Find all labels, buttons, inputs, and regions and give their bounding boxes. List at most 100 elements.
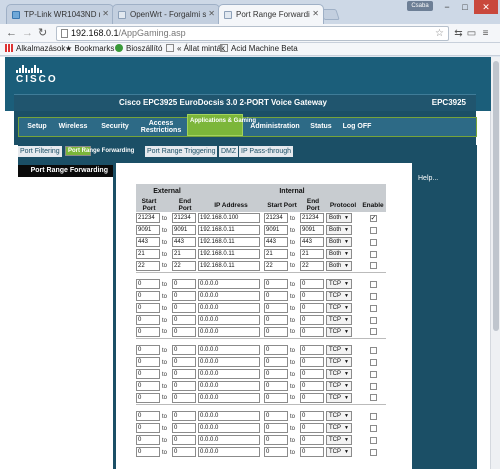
back-icon[interactable]: ← bbox=[6, 27, 17, 40]
ext-start-port-input[interactable]: 0 bbox=[136, 392, 160, 403]
ext-start-port-input[interactable]: 0 bbox=[136, 291, 160, 301]
protocol-select[interactable]: Both ▼ bbox=[326, 213, 352, 223]
address-bar[interactable]: 192.168.0.1/AppGaming.asp ☆ bbox=[56, 26, 449, 41]
subnav-dmz[interactable]: DMZ bbox=[219, 146, 239, 157]
ext-start-port-input[interactable]: 0 bbox=[136, 369, 160, 379]
protocol-select[interactable]: TCP ▼ bbox=[326, 435, 352, 445]
int-start-port-input[interactable]: 0 bbox=[264, 303, 288, 313]
ext-start-port-input[interactable]: 0 bbox=[136, 411, 160, 421]
enable-checkbox[interactable] bbox=[369, 448, 377, 456]
tab-port-range-forwarding[interactable]: Port Range Forwarding ✕ bbox=[218, 4, 324, 24]
int-start-port-input[interactable]: 0 bbox=[264, 411, 288, 421]
ip-address-input[interactable]: 0.0.0.0 bbox=[198, 411, 260, 421]
maximize-icon[interactable]: □ bbox=[456, 0, 474, 14]
int-start-port-input[interactable]: 21 bbox=[264, 249, 288, 259]
close-icon[interactable]: ✕ bbox=[102, 9, 109, 18]
bookmark-acid-machine[interactable]: Acid Machine Beta bbox=[220, 43, 298, 55]
enable-checkbox[interactable] bbox=[369, 238, 377, 246]
nav-setup[interactable]: Setup bbox=[21, 118, 53, 136]
enable-checkbox[interactable] bbox=[369, 346, 377, 354]
nav-log-off[interactable]: Log OFF bbox=[339, 118, 375, 136]
subnav-port-filtering[interactable]: Port Filtering bbox=[18, 146, 62, 157]
int-end-port-input[interactable]: 0 bbox=[300, 447, 324, 457]
ext-end-port-input[interactable]: 0 bbox=[172, 279, 196, 289]
ext-start-port-input[interactable]: 443 bbox=[136, 237, 160, 247]
bookmark-allat-mintak[interactable]: « Állat minták bbox=[166, 43, 225, 55]
protocol-select[interactable]: Both ▼ bbox=[326, 249, 352, 259]
enable-checkbox[interactable] bbox=[369, 424, 377, 432]
subnav-port-range-forwarding[interactable]: Port Range Forwarding bbox=[65, 146, 134, 156]
int-start-port-input[interactable]: 0 bbox=[264, 315, 288, 325]
ext-end-port-input[interactable]: 443 bbox=[172, 237, 196, 247]
int-end-port-input[interactable]: 0 bbox=[300, 326, 324, 337]
protocol-select[interactable]: TCP ▼ bbox=[326, 392, 352, 403]
int-start-port-input[interactable]: 0 bbox=[264, 279, 288, 289]
int-end-port-input[interactable]: 443 bbox=[300, 237, 324, 247]
cast-icon[interactable]: ▭ bbox=[466, 28, 477, 39]
ip-address-input[interactable]: 192.168.0.11 bbox=[198, 237, 260, 247]
ext-start-port-input[interactable]: 21 bbox=[136, 249, 160, 259]
ip-address-input[interactable]: 0.0.0.0 bbox=[198, 423, 260, 433]
protocol-select[interactable]: TCP ▼ bbox=[326, 411, 352, 421]
protocol-select[interactable]: TCP ▼ bbox=[326, 279, 352, 289]
int-end-port-input[interactable]: 0 bbox=[300, 303, 324, 313]
enable-checkbox[interactable] bbox=[369, 262, 377, 270]
protocol-select[interactable]: TCP ▼ bbox=[326, 381, 352, 391]
int-start-port-input[interactable]: 0 bbox=[264, 435, 288, 445]
int-end-port-input[interactable]: 0 bbox=[300, 369, 324, 379]
int-end-port-input[interactable]: 0 bbox=[300, 435, 324, 445]
protocol-select[interactable]: TCP ▼ bbox=[326, 291, 352, 301]
ext-start-port-input[interactable]: 0 bbox=[136, 435, 160, 445]
window-close-icon[interactable]: ✕ bbox=[474, 0, 498, 14]
protocol-select[interactable]: Both ▼ bbox=[326, 260, 352, 271]
close-icon[interactable]: ✕ bbox=[208, 9, 215, 18]
enable-checkbox[interactable] bbox=[369, 382, 377, 390]
ext-end-port-input[interactable]: 0 bbox=[172, 345, 196, 355]
ip-address-input[interactable]: 192.168.0.11 bbox=[198, 260, 260, 271]
subnav-ip-pass-through[interactable]: IP Pass-through bbox=[239, 146, 294, 157]
ext-end-port-input[interactable]: 0 bbox=[172, 435, 196, 445]
int-start-port-input[interactable]: 22 bbox=[264, 260, 288, 271]
subnav-port-range-triggering[interactable]: Port Range Triggering bbox=[145, 146, 218, 157]
enable-checkbox[interactable] bbox=[369, 358, 377, 366]
ext-end-port-input[interactable]: 0 bbox=[172, 411, 196, 421]
protocol-select[interactable]: TCP ▼ bbox=[326, 315, 352, 325]
ext-start-port-input[interactable]: 0 bbox=[136, 357, 160, 367]
ext-end-port-input[interactable]: 0 bbox=[172, 423, 196, 433]
ext-start-port-input[interactable]: 0 bbox=[136, 423, 160, 433]
ip-address-input[interactable]: 192.168.0.11 bbox=[198, 249, 260, 259]
ip-address-input[interactable]: 0.0.0.0 bbox=[198, 279, 260, 289]
protocol-select[interactable]: TCP ▼ bbox=[326, 345, 352, 355]
enable-checkbox[interactable] bbox=[369, 370, 377, 378]
ext-start-port-input[interactable]: 0 bbox=[136, 447, 160, 457]
ip-address-input[interactable]: 0.0.0.0 bbox=[198, 392, 260, 403]
ext-end-port-input[interactable]: 9091 bbox=[172, 225, 196, 235]
nav-status[interactable]: Status bbox=[305, 118, 337, 136]
protocol-select[interactable]: Both ▼ bbox=[326, 225, 352, 235]
ext-start-port-input[interactable]: 0 bbox=[136, 315, 160, 325]
int-end-port-input[interactable]: 0 bbox=[300, 357, 324, 367]
int-start-port-input[interactable]: 0 bbox=[264, 326, 288, 337]
extension-icon[interactable]: ⇆ bbox=[453, 28, 464, 39]
int-start-port-input[interactable]: 0 bbox=[264, 369, 288, 379]
nav-wireless[interactable]: Wireless bbox=[53, 118, 93, 136]
int-end-port-input[interactable]: 0 bbox=[300, 423, 324, 433]
protocol-select[interactable]: TCP ▼ bbox=[326, 303, 352, 313]
enable-checkbox[interactable] bbox=[369, 304, 377, 312]
int-start-port-input[interactable]: 0 bbox=[264, 447, 288, 457]
scrollbar-thumb[interactable] bbox=[493, 61, 499, 331]
int-start-port-input[interactable]: 0 bbox=[264, 392, 288, 403]
ext-start-port-input[interactable]: 0 bbox=[136, 345, 160, 355]
protocol-select[interactable]: Both ▼ bbox=[326, 237, 352, 247]
ext-end-port-input[interactable]: 0 bbox=[172, 357, 196, 367]
ip-address-input[interactable]: 0.0.0.0 bbox=[198, 369, 260, 379]
ext-end-port-input[interactable]: 0 bbox=[172, 315, 196, 325]
ext-end-port-input[interactable]: 0 bbox=[172, 326, 196, 337]
tab-openwrt[interactable]: OpenWrt - Forgalmi szab ✕ bbox=[112, 4, 220, 24]
enable-checkbox[interactable] bbox=[369, 316, 377, 324]
protocol-select[interactable]: TCP ▼ bbox=[326, 423, 352, 433]
enable-checkbox[interactable] bbox=[369, 328, 377, 336]
ip-address-input[interactable]: 0.0.0.0 bbox=[198, 447, 260, 457]
nav-access-restrictions[interactable]: Access Restrictions bbox=[137, 118, 185, 136]
ext-end-port-input[interactable]: 0 bbox=[172, 303, 196, 313]
